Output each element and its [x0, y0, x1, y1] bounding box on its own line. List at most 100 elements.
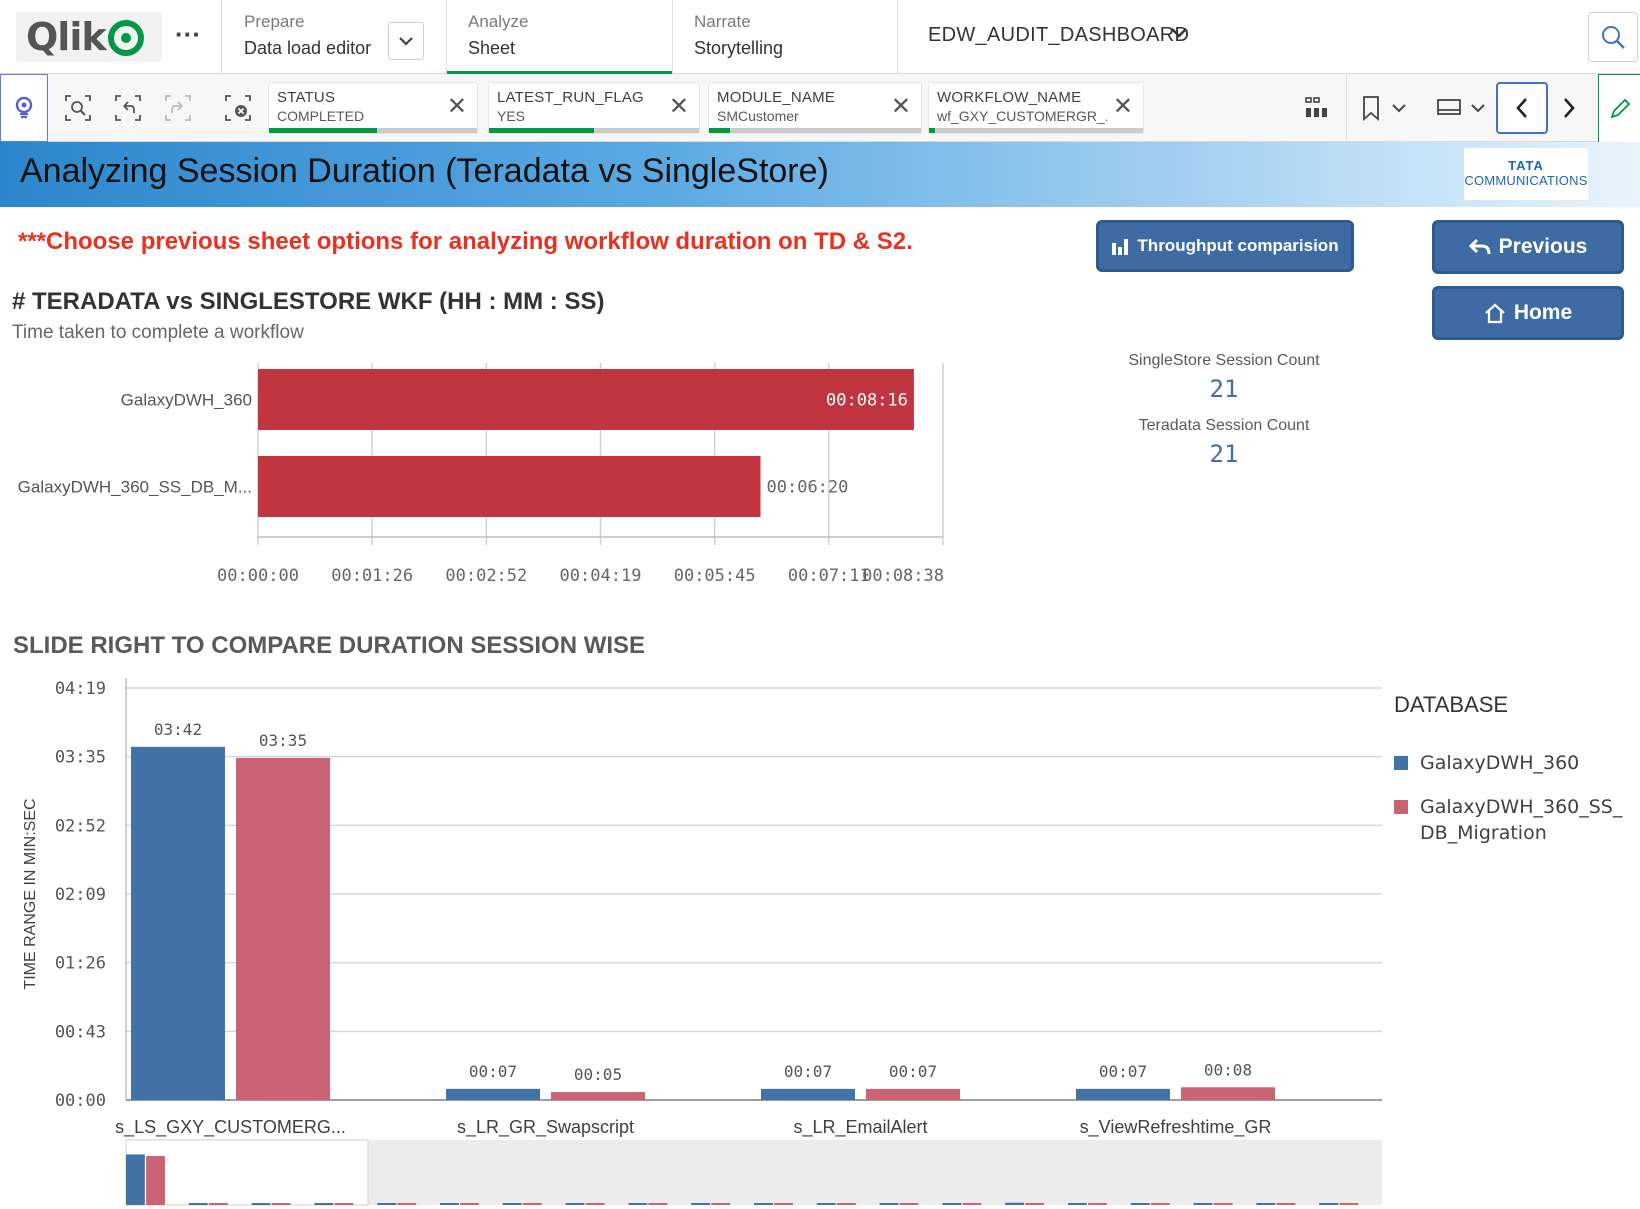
mini-chart-bar	[1339, 1203, 1359, 1205]
search-button[interactable]	[1588, 12, 1638, 62]
mini-chart-bar	[585, 1203, 605, 1205]
category-label: s_LR_GR_Swapscript	[457, 1117, 634, 1138]
previous-button[interactable]: Previous	[1432, 220, 1624, 274]
data-label: 00:07	[889, 1062, 937, 1081]
category-label: GalaxyDWH_360_SS_DB_M...	[18, 478, 252, 497]
mini-chart-bar	[271, 1203, 291, 1205]
mini-chart-bar	[440, 1203, 459, 1205]
bar[interactable]	[551, 1092, 645, 1100]
x-tick-label: 00:05:45	[674, 566, 756, 586]
mini-chart-bar	[1276, 1203, 1296, 1205]
session-duration-bar-chart[interactable]: 00:00 00:43 01:26 02:09 02:52 03:35 04:19 TIME …	[0, 660, 1390, 1209]
selection-chip-latest-run-flag[interactable]: LATEST_RUN_FLAG YES ✕	[488, 82, 700, 134]
mini-chart-bar	[1150, 1203, 1170, 1205]
mini-chart-bar	[754, 1203, 773, 1205]
y-axis-title: TIME RANGE IN MIN:SEC	[22, 798, 39, 989]
selection-state-bar	[269, 128, 477, 133]
bar[interactable]	[258, 456, 761, 517]
selection-field-name: MODULE_NAME	[717, 89, 836, 106]
bar[interactable]	[866, 1088, 960, 1100]
step-forward-icon	[165, 95, 191, 121]
previous-sheet-button[interactable]	[1496, 82, 1548, 134]
legend-swatch	[1394, 756, 1408, 770]
close-icon[interactable]: ✕	[447, 95, 467, 119]
x-tick-label: 00:08:38	[862, 566, 944, 586]
close-icon[interactable]: ✕	[891, 95, 911, 119]
data-label: 00:06:20	[767, 478, 849, 498]
app-name[interactable]: EDW_AUDIT_DASHBOARD	[928, 24, 1189, 47]
edit-sheet-button[interactable]	[1598, 74, 1640, 142]
selection-chip-workflow-name[interactable]: WORKFLOW_NAME wf_GXY_CUSTOMERGR_... ✕	[928, 82, 1144, 134]
chevron-down-icon	[1471, 104, 1485, 113]
chevron-left-icon	[1516, 98, 1527, 118]
close-icon[interactable]: ✕	[1113, 95, 1133, 119]
mini-chart-bar	[774, 1203, 793, 1205]
mini-chart-bar	[1088, 1203, 1107, 1205]
next-sheet-button[interactable]	[1554, 92, 1584, 124]
logo-text-communications: COMMUNICATIONS	[1464, 173, 1588, 188]
assets-panel-button[interactable]	[1300, 92, 1334, 124]
nav-analyze[interactable]: Analyze Sheet	[468, 12, 528, 59]
lightbulb-icon	[15, 96, 33, 119]
mini-chart-bar	[1256, 1203, 1276, 1205]
category-label: s_ViewRefreshtime_GR	[1080, 1117, 1272, 1138]
bar[interactable]	[131, 746, 225, 1100]
selection-field-value: COMPLETED	[277, 108, 365, 124]
nav-analyze-label: Analyze	[468, 12, 529, 31]
clear-selections-button[interactable]	[222, 92, 254, 124]
instruction-notice: ***Choose previous sheet options for ana…	[18, 228, 913, 255]
mini-chart-bar	[565, 1203, 585, 1205]
selection-chip-module-name[interactable]: MODULE_NAME SMCustomer ✕	[708, 82, 922, 134]
legend-label: GalaxyDWH_360	[1420, 752, 1580, 774]
nav-narrate[interactable]: Narrate Storytelling	[694, 12, 783, 59]
mini-chart-bar	[251, 1203, 271, 1205]
throughput-comparison-button[interactable]: Throughput comparision	[1096, 220, 1354, 272]
nav-narrate-label: Narrate	[694, 12, 751, 31]
close-icon[interactable]: ✕	[669, 95, 689, 119]
y-tick-label: 01:26	[55, 954, 106, 974]
duration-bar-chart[interactable]: 00:00:00 00:01:26 00:02:52 00:04:19 00:05:45…	[0, 355, 960, 595]
step-forward-button[interactable]	[162, 92, 194, 124]
bar[interactable]	[1076, 1088, 1170, 1100]
category-label: GalaxyDWH_360	[121, 391, 252, 410]
data-label: 00:08:16	[826, 391, 908, 411]
mini-chart-bar	[126, 1154, 145, 1205]
qlik-logo[interactable]: Qlik	[16, 12, 162, 62]
prepare-dropdown-button[interactable]	[388, 22, 424, 60]
insight-advisor-button[interactable]	[0, 74, 48, 142]
bookmarks-button[interactable]	[1356, 92, 1412, 124]
data-label: 00:05	[574, 1065, 622, 1084]
chevron-down-icon	[1392, 104, 1406, 113]
selection-chip-status[interactable]: STATUS COMPLETED ✕	[268, 82, 478, 134]
more-menu-button[interactable]: ···	[170, 20, 206, 54]
bar[interactable]	[236, 757, 330, 1100]
singlestore-kpi-value[interactable]: 21	[1094, 375, 1354, 403]
mini-chart-bar	[377, 1203, 397, 1205]
app-dropdown-button[interactable]	[1170, 26, 1188, 44]
bar[interactable]	[258, 369, 914, 430]
bar[interactable]	[1181, 1087, 1275, 1100]
step-back-button[interactable]	[112, 92, 144, 124]
mini-chart-bar	[1025, 1203, 1045, 1205]
mini-chart-bar	[502, 1203, 522, 1205]
home-button[interactable]: Home	[1432, 286, 1624, 340]
chart1-subtitle: Time taken to complete a workflow	[12, 322, 304, 343]
nav-prepare[interactable]: Prepare Data load editor	[244, 12, 371, 59]
mini-chart-bar	[146, 1156, 165, 1205]
nav-analyze-value: Sheet	[468, 38, 516, 58]
x-tick-label: 00:00:00	[217, 566, 299, 586]
teradata-kpi-value[interactable]: 21	[1094, 440, 1354, 468]
mini-chart-bar	[188, 1203, 208, 1205]
mini-chart-bar	[899, 1203, 919, 1205]
category-label: s_LR_EmailAlert	[793, 1117, 927, 1138]
bar-chart-icon	[1112, 239, 1129, 255]
bookmark-icon	[1363, 96, 1379, 121]
sheets-button[interactable]	[1432, 92, 1490, 124]
chevron-right-icon	[1564, 98, 1575, 118]
bar[interactable]	[761, 1088, 855, 1100]
nav-divider	[446, 0, 447, 74]
bar[interactable]	[446, 1088, 540, 1100]
data-label: 03:35	[259, 731, 307, 750]
mini-chart-bar	[962, 1203, 982, 1205]
smart-search-button[interactable]	[62, 92, 94, 124]
